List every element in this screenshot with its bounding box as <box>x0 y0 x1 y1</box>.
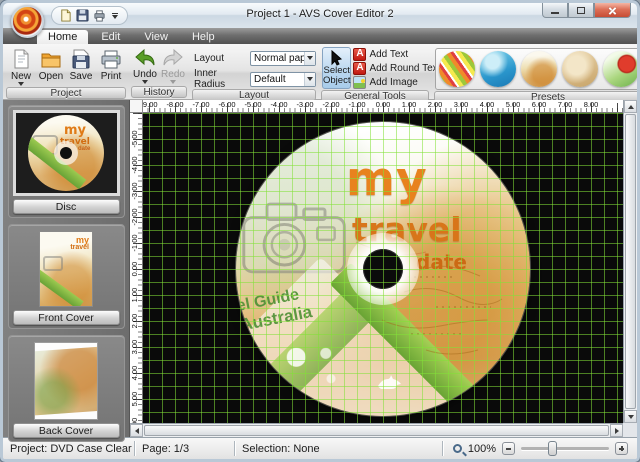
cursor-arrow-icon <box>329 50 345 66</box>
ribbon: New Open Save Print Project <box>3 44 637 100</box>
chevron-down-icon <box>304 73 315 86</box>
horizontal-ruler: -9.00 -8.00 -7.00 -6.00 -5.00 -4.00 -3.0… <box>143 100 623 113</box>
vertical-ruler: -5.00 -4.00 -3.00 -2.00 -1.00 0.00 1.00 … <box>130 113 143 423</box>
group-presets: Presets <box>433 46 640 98</box>
preset-thumbnail-sand-map[interactable] <box>562 51 598 87</box>
app-window: Project 1 - AVS Cover Editor 2 Home Edit… <box>0 0 640 462</box>
vertical-scroll-thumb[interactable] <box>625 114 636 409</box>
new-button[interactable]: New <box>6 46 36 86</box>
magnifier-icon <box>453 444 462 453</box>
group-history: Undo Redo History <box>130 46 188 98</box>
sidebar-item-disc[interactable]: my travel date Disc <box>8 105 125 218</box>
sidebar-item-back-cover[interactable]: Back Cover <box>8 335 125 442</box>
front-cover-thumbnail: my travel <box>39 231 93 307</box>
zoom-slider-thumb[interactable] <box>548 441 557 456</box>
tab-view[interactable]: View <box>133 30 179 44</box>
disc-title-line3: date <box>416 250 467 274</box>
inner-radius-field-label: Inner Radius <box>192 68 250 90</box>
status-page: Page: 1/3 <box>135 443 234 455</box>
group-general-tools: Select Object A Add Text A Add Round Tex… <box>320 46 430 98</box>
horizontal-scroll-thumb[interactable] <box>144 425 609 436</box>
add-text-icon: A <box>353 48 366 61</box>
design-canvas[interactable]: my travel date el Guide Australia <box>143 113 623 423</box>
new-icon <box>10 48 32 70</box>
inner-radius-select[interactable]: Default <box>250 72 316 87</box>
zoom-slider[interactable] <box>521 447 609 450</box>
tab-home[interactable]: Home <box>37 30 88 44</box>
add-round-text-icon: A <box>353 62 366 75</box>
undo-button[interactable]: Undo <box>131 46 159 84</box>
preset-thumbnail-my-travel[interactable] <box>521 51 557 87</box>
add-image-button[interactable]: Add Image <box>353 75 440 89</box>
status-project: Project: DVD Case Clear <box>3 443 134 455</box>
undo-arrow-icon <box>133 48 157 68</box>
new-dropdown-icon <box>18 82 24 86</box>
sidebar-label-front-cover: Front Cover <box>13 310 120 325</box>
ruler-corner <box>130 100 143 113</box>
printer-icon <box>100 48 122 70</box>
kangaroo-icon <box>376 370 402 390</box>
save-button[interactable]: Save <box>66 46 96 82</box>
group-label-history: History <box>131 86 187 98</box>
select-object-button[interactable]: Select Object <box>322 47 351 89</box>
scroll-left-arrow-icon[interactable] <box>130 424 143 437</box>
zoom-out-button[interactable] <box>502 442 515 455</box>
back-cover-thumbnail <box>34 342 98 420</box>
presets-list <box>435 48 640 90</box>
preset-thumbnail-new-year[interactable] <box>603 51 639 87</box>
add-round-text-button[interactable]: A Add Round Text <box>353 61 440 75</box>
disc-center-hole <box>363 249 403 289</box>
zoom-controls: 100% <box>443 442 637 455</box>
redo-arrow-icon <box>161 48 185 68</box>
app-logo-icon[interactable] <box>11 5 44 38</box>
sidebar-item-front-cover[interactable]: my travel Front Cover <box>8 224 125 329</box>
close-button[interactable] <box>594 3 631 18</box>
maximize-button[interactable] <box>568 3 594 18</box>
tab-help[interactable]: Help <box>181 30 226 44</box>
vertical-scrollbar[interactable] <box>623 100 637 423</box>
scroll-down-arrow-icon[interactable] <box>624 410 637 423</box>
chevron-down-icon <box>304 52 315 65</box>
title-bar: Project 1 - AVS Cover Editor 2 <box>3 3 637 28</box>
open-icon <box>40 48 62 70</box>
undo-dropdown-icon <box>142 80 148 84</box>
open-button[interactable]: Open <box>36 46 66 82</box>
group-label-project: Project <box>6 87 126 99</box>
main-area: my travel date Disc my travel Front Cove… <box>3 100 637 437</box>
window-controls <box>542 3 631 18</box>
zoom-in-button[interactable] <box>615 442 628 455</box>
status-selection: Selection: None <box>235 443 442 455</box>
sidebar-label-back-cover: Back Cover <box>13 423 120 438</box>
scroll-up-arrow-icon[interactable] <box>624 100 637 113</box>
pages-sidebar: my travel date Disc my travel Front Cove… <box>3 100 130 437</box>
scroll-right-arrow-icon[interactable] <box>610 424 623 437</box>
minimize-button[interactable] <box>542 3 568 18</box>
layout-select[interactable]: Normal paper <box>250 51 316 66</box>
group-layout: Layout Normal paper Inner Radius Default… <box>191 46 317 98</box>
print-button[interactable]: Print <box>96 46 126 82</box>
save-disk-icon <box>70 48 92 70</box>
horizontal-scrollbar[interactable] <box>130 423 623 437</box>
add-image-icon <box>353 76 366 89</box>
menu-tab-bar: Home Edit View Help <box>3 28 637 44</box>
sidebar-label-disc: Disc <box>13 199 120 214</box>
layout-field-label: Layout <box>192 53 250 64</box>
tab-edit[interactable]: Edit <box>90 30 131 44</box>
disc-design[interactable]: my travel date el Guide Australia <box>236 122 530 416</box>
redo-button[interactable]: Redo <box>159 46 187 84</box>
group-project: New Open Save Print Project <box>5 46 127 98</box>
canvas-area: -9.00 -8.00 -7.00 -6.00 -5.00 -4.00 -3.0… <box>130 100 637 437</box>
add-text-button[interactable]: A Add Text <box>353 47 440 61</box>
redo-dropdown-icon <box>170 80 176 84</box>
zoom-value: 100% <box>468 443 496 455</box>
preset-thumbnail-stripes[interactable] <box>439 51 475 87</box>
preset-thumbnail-blue-water[interactable] <box>480 51 516 87</box>
disc-thumbnail: my travel date <box>13 110 120 196</box>
disc-title-line1: my <box>346 152 428 207</box>
